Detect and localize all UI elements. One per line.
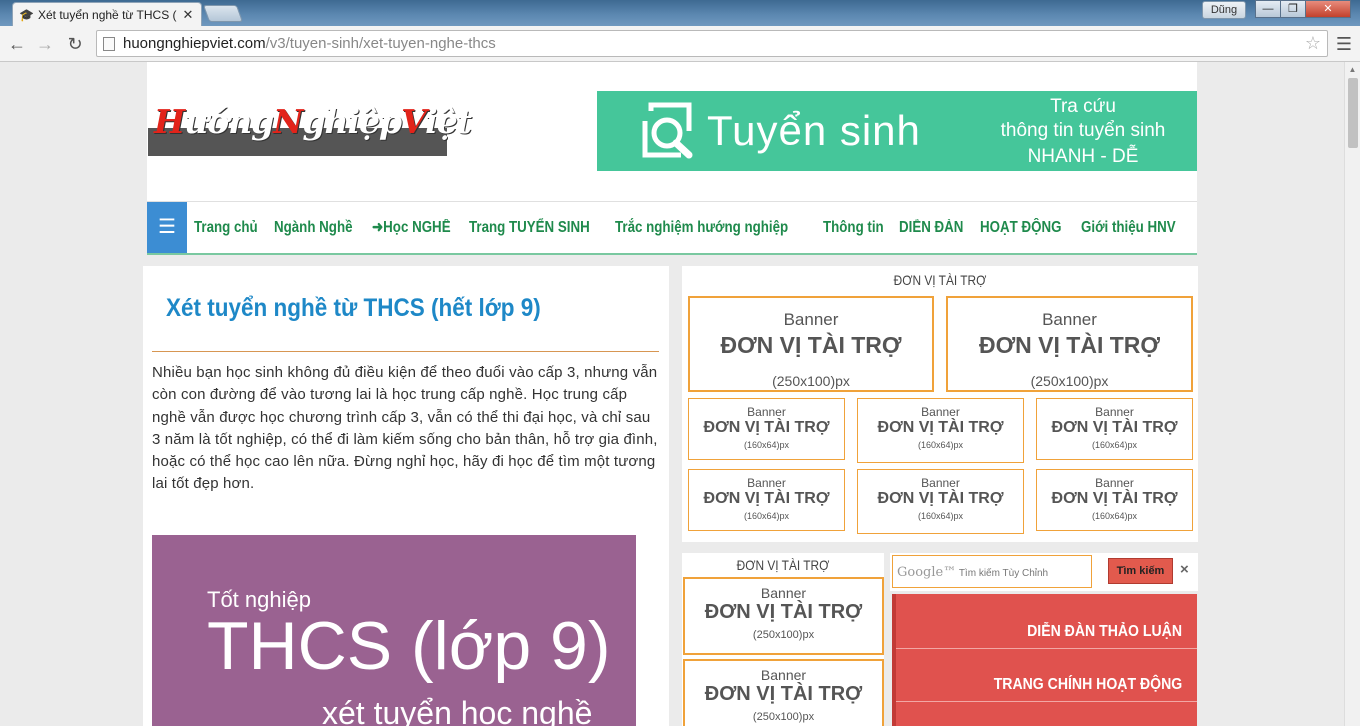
sponsor-banner-medium[interactable]: Banner ĐƠN VỊ TÀI TRỢ (250x100)px: [683, 577, 884, 655]
sponsor-banner-small[interactable]: Banner ĐƠN VỊ TÀI TRỢ (160x64)px: [688, 398, 845, 460]
scroll-up-icon[interactable]: ▲: [1345, 62, 1360, 78]
nav-hoat-dong[interactable]: HOẠT ĐỘNG: [980, 219, 1068, 237]
sponsor-banner-large[interactable]: Banner ĐƠN VỊ TÀI TRỢ (250x100)px: [946, 296, 1193, 392]
nav-gioi-thieu[interactable]: Giới thiệu HNV: [1081, 219, 1183, 237]
article-intro: Nhiều bạn học sinh không đủ điều kiện để…: [152, 364, 658, 493]
article-title: Xét tuyển nghề từ THCS (hết lớp 9): [166, 294, 541, 322]
tab-close-icon[interactable]: ✕: [181, 7, 195, 23]
bookmark-star-icon[interactable]: ☆: [1305, 33, 1321, 54]
sponsor-banner-small[interactable]: Banner ĐƠN VỊ TÀI TRỢ (160x64)px: [1036, 469, 1193, 531]
hamburger-menu-icon[interactable]: ☰: [147, 202, 188, 253]
close-window-button[interactable]: ✕: [1305, 0, 1351, 18]
nav-dien-dan[interactable]: DIỄN ĐÀN: [899, 219, 970, 237]
new-tab-button[interactable]: [202, 5, 244, 22]
nav-hoc-nghe[interactable]: ➜Học NGHỀ: [372, 218, 457, 237]
clear-search-icon[interactable]: ×: [1180, 561, 1189, 578]
sponsor-banner-small[interactable]: Banner ĐƠN VỊ TÀI TRỢ (160x64)px: [857, 469, 1024, 534]
maximize-button[interactable]: ❐: [1280, 0, 1306, 18]
browser-toolbar: ← → ↻ huongnghiepviet.com/v3/tuyen-sinh/…: [0, 26, 1360, 62]
search-document-icon: [642, 102, 693, 159]
ad-tagline: Tra cứu thông tin tuyển sinh NHANH - DỄ: [1000, 96, 1166, 167]
nav-nganh-nghe[interactable]: Ngành Nghề: [274, 219, 359, 237]
back-arrow-icon[interactable]: ←: [4, 31, 30, 57]
hero-image: Tốt nghiệp THCS (lớp 9) xét tuyển học ng…: [152, 535, 636, 726]
scroll-thumb[interactable]: [1348, 78, 1358, 148]
sign-in-icon: ➜: [371, 219, 383, 236]
menu-icon[interactable]: ☰: [1334, 31, 1354, 57]
window-titlebar: 🎓 Xét tuyển nghề từ THCS ( ✕ Dũng — ❐ ✕: [0, 0, 1360, 26]
search-button[interactable]: Tìm kiếm: [1108, 558, 1173, 584]
sponsor-banner-medium[interactable]: Banner ĐƠN VỊ TÀI TRỢ (250x100)px: [683, 659, 884, 726]
page-viewport: HướngNghiệpViệt Tuyển sinh Tra cứu thông…: [0, 62, 1344, 726]
sponsor-panel-2: ĐƠN VỊ TÀI TRỢ Banner ĐƠN VỊ TÀI TRỢ (250x…: [682, 553, 884, 726]
hero-big-text: THCS (lớp 9): [207, 608, 611, 684]
hero-sub-text: xét tuyển học nghề: [322, 695, 593, 726]
nav-trac-nghiem[interactable]: Trắc nghiệm hướng nghiệp: [615, 219, 795, 237]
article-card: Xét tuyển nghề từ THCS (hết lớp 9) Nhiều…: [143, 266, 669, 726]
forum-links: DIỄN ĐÀN THẢO LUẬN TRANG CHÍNH HOẠT ĐỘNG: [892, 594, 1197, 726]
sponsor-banner-large[interactable]: Banner ĐƠN VỊ TÀI TRỢ (250x100)px: [688, 296, 934, 392]
window-controls: — ❐ ✕: [1255, 0, 1351, 19]
profile-button[interactable]: Dũng: [1202, 1, 1246, 19]
title-divider: [152, 351, 659, 352]
main-nav: ☰ Trang chủ Ngành Nghề ➜Học NGHỀ Trang T…: [147, 201, 1197, 255]
page-icon: [103, 36, 115, 51]
sponsor-banner-small[interactable]: Banner ĐƠN VỊ TÀI TRỢ (160x64)px: [688, 469, 845, 531]
reload-icon[interactable]: ↻: [62, 31, 88, 57]
page-scrollbar[interactable]: ▲: [1344, 62, 1360, 726]
sponsor-banner-small[interactable]: Banner ĐƠN VỊ TÀI TRỢ (160x64)px: [857, 398, 1024, 463]
forum-link-dien-dan[interactable]: DIỄN ĐÀN THẢO LUẬN: [1027, 623, 1182, 641]
url-text: huongnghiepviet.com/v3/tuyen-sinh/xet-tu…: [123, 35, 496, 52]
nav-trang-tuyen-sinh[interactable]: Trang TUYỂN SINH: [469, 219, 597, 237]
nav-trang-chu[interactable]: Trang chủ: [194, 219, 265, 237]
tab-title: Xét tuyển nghề từ THCS (: [38, 7, 177, 22]
site-logo[interactable]: HướngNghiệpViệt: [148, 102, 472, 156]
ad-title: Tuyển sinh: [707, 107, 921, 154]
sponsor-heading: ĐƠN VỊ TÀI TRỢ: [736, 557, 830, 573]
forward-arrow-icon[interactable]: →: [32, 31, 58, 57]
search-input[interactable]: Google™ Tìm kiếm Tùy Chỉnh: [892, 555, 1092, 588]
address-bar[interactable]: huongnghiepviet.com/v3/tuyen-sinh/xet-tu…: [96, 30, 1328, 57]
forum-link-hoat-dong[interactable]: TRANG CHÍNH HOẠT ĐỘNG: [993, 676, 1182, 694]
browser-tab[interactable]: 🎓 Xét tuyển nghề từ THCS ( ✕: [12, 2, 202, 26]
custom-search: Google™ Tìm kiếm Tùy Chỉnh Tìm kiếm ×: [890, 553, 1198, 591]
sponsor-banner-small[interactable]: Banner ĐƠN VỊ TÀI TRỢ (160x64)px: [1036, 398, 1193, 460]
sponsor-heading: ĐƠN VỊ TÀI TRỢ: [893, 272, 987, 288]
sponsor-panel: ĐƠN VỊ TÀI TRỢ Banner ĐƠN VỊ TÀI TRỢ (250x…: [682, 266, 1198, 542]
minimize-button[interactable]: —: [1255, 0, 1281, 18]
admissions-ad-banner[interactable]: Tuyển sinh Tra cứu thông tin tuyển sinh …: [597, 91, 1197, 171]
nav-thong-tin[interactable]: Thông tin: [823, 219, 891, 237]
graduation-cap-icon: 🎓: [19, 7, 34, 22]
